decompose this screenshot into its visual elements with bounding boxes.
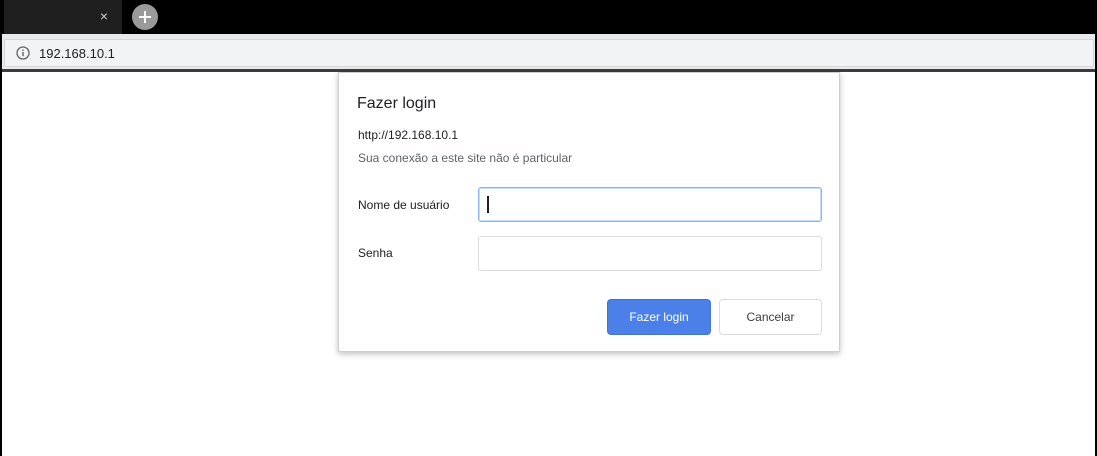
plus-icon [139, 11, 151, 23]
password-label: Senha [358, 246, 393, 260]
password-input[interactable] [478, 236, 822, 271]
cancel-button[interactable]: Cancelar [719, 299, 822, 335]
username-label: Nome de usuário [358, 198, 450, 212]
tab-strip: × [2, 0, 1095, 34]
address-bar[interactable]: 192.168.10.1 [4, 39, 1094, 67]
connection-warning: Sua conexão a este site não é particular [358, 151, 573, 165]
browser-tab[interactable]: × [4, 0, 122, 34]
username-input[interactable] [478, 187, 822, 222]
text-caret [487, 196, 489, 213]
new-tab-button[interactable] [132, 4, 158, 30]
login-dialog: Fazer login http://192.168.10.1 Sua cone… [338, 72, 840, 352]
close-icon[interactable]: × [96, 8, 112, 24]
browser-window: × 192.168.10.1 Fazer login http://192.16… [0, 0, 1097, 456]
dialog-title: Fazer login [357, 95, 437, 112]
login-button[interactable]: Fazer login [607, 299, 711, 335]
dialog-site-url: http://192.168.10.1 [358, 128, 459, 142]
info-icon[interactable] [15, 45, 31, 61]
browser-toolbar: 192.168.10.1 [2, 34, 1095, 72]
address-url: 192.168.10.1 [39, 45, 115, 61]
